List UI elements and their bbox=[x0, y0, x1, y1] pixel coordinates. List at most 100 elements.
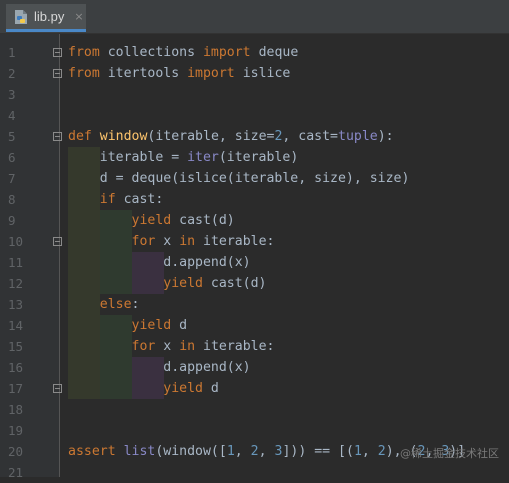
code-line[interactable]: 1 from collections import deque bbox=[0, 42, 509, 63]
code-token: yield bbox=[163, 276, 203, 291]
code-line[interactable]: 10 for x in iterable: bbox=[0, 231, 509, 252]
code-token: d = deque(islice(iterable, size), size) bbox=[68, 171, 410, 186]
code-line[interactable]: 16 d.append(x) bbox=[0, 357, 509, 378]
line-number: 9 bbox=[8, 213, 16, 228]
code-token: d bbox=[171, 318, 188, 333]
code-token: for bbox=[131, 339, 156, 354]
code-line[interactable]: 4 bbox=[0, 105, 509, 126]
code-token: tuple bbox=[338, 129, 378, 144]
code-line[interactable]: 15 for x in iterable: bbox=[0, 336, 509, 357]
code-token: import bbox=[187, 66, 235, 81]
code-text: for x in iterable: bbox=[68, 336, 275, 357]
code-token: (iterable) bbox=[218, 150, 299, 165]
fold-marker-icon[interactable] bbox=[53, 384, 62, 393]
code-token: cast(d) bbox=[171, 213, 235, 228]
line-number: 7 bbox=[8, 171, 16, 186]
code-token: in bbox=[179, 234, 196, 249]
code-line[interactable]: 9 yield cast(d) bbox=[0, 210, 509, 231]
code-line[interactable]: 7 d = deque(islice(iterable, size), size… bbox=[0, 168, 509, 189]
line-number: 13 bbox=[8, 297, 24, 312]
fold-marker-icon[interactable] bbox=[53, 237, 62, 246]
code-line[interactable]: 14 yield d bbox=[0, 315, 509, 336]
code-token: cast(d) bbox=[202, 276, 267, 291]
watermark-text: @稀土掘金技术社区 bbox=[400, 447, 499, 460]
code-line[interactable]: 2 from itertools import islice bbox=[0, 63, 509, 84]
code-line[interactable]: 6 iterable = iter(iterable) bbox=[0, 147, 509, 168]
code-token: in bbox=[179, 339, 196, 354]
code-token: for bbox=[131, 234, 156, 249]
code-line[interactable]: 12 yield cast(d) bbox=[0, 273, 509, 294]
code-line[interactable]: 19 bbox=[0, 420, 509, 441]
code-line[interactable]: 21 bbox=[0, 462, 509, 483]
code-token: islice bbox=[234, 66, 291, 81]
line-number: 6 bbox=[8, 150, 16, 165]
code-line[interactable]: 17 yield d bbox=[0, 378, 509, 399]
line-number: 8 bbox=[8, 192, 16, 207]
line-number: 1 bbox=[8, 45, 16, 60]
code-text: d.append(x) bbox=[68, 252, 250, 273]
code-text: d.append(x) bbox=[68, 357, 251, 378]
line-number: 15 bbox=[8, 339, 24, 354]
code-line[interactable]: 18 bbox=[0, 399, 509, 420]
line-number: 11 bbox=[8, 255, 24, 270]
tab-lib-py[interactable]: lib.py × bbox=[6, 4, 86, 32]
code-token: from bbox=[68, 45, 100, 60]
code-token: (iterable, size= bbox=[147, 129, 275, 144]
code-line[interactable]: 13 else: bbox=[0, 294, 509, 315]
code-line[interactable]: 11 d.append(x) bbox=[0, 252, 509, 273]
code-token: , bbox=[258, 444, 275, 459]
code-token: assert bbox=[68, 444, 116, 459]
tab-label: lib.py bbox=[34, 9, 65, 24]
code-token: if bbox=[99, 192, 116, 207]
line-number: 19 bbox=[8, 423, 24, 438]
line-number: 2 bbox=[8, 66, 16, 81]
code-token: else bbox=[99, 297, 132, 312]
code-token: , bbox=[234, 444, 251, 459]
code-text: def window(iterable, size=2, cast=tuple)… bbox=[68, 126, 394, 147]
line-number: 17 bbox=[8, 381, 24, 396]
close-icon[interactable]: × bbox=[74, 10, 83, 23]
code-token: 2 bbox=[250, 444, 259, 459]
code-token: iter bbox=[187, 150, 219, 165]
code-token: ): bbox=[377, 129, 394, 144]
code-token: iterable: bbox=[195, 234, 275, 249]
code-token: , bbox=[361, 444, 378, 459]
code-token: d.append(x) bbox=[68, 360, 251, 375]
code-text: from collections import deque bbox=[68, 42, 298, 63]
code-text: yield cast(d) bbox=[68, 273, 267, 294]
line-number: 12 bbox=[8, 276, 24, 291]
code-token: iterable = bbox=[68, 150, 188, 165]
code-line[interactable]: 5 def window(iterable, size=2, cast=tuple… bbox=[0, 126, 509, 147]
line-number: 10 bbox=[8, 234, 24, 249]
code-token: window bbox=[99, 129, 148, 144]
code-text: yield d bbox=[68, 315, 188, 336]
code-token: yield bbox=[131, 213, 172, 228]
fold-marker-icon[interactable] bbox=[53, 69, 62, 78]
code-token: (window([ bbox=[155, 444, 227, 459]
code-token: yield bbox=[163, 381, 203, 396]
editor-tab-bar: lib.py × bbox=[0, 0, 509, 34]
line-number: 4 bbox=[8, 108, 16, 123]
fold-marker-icon[interactable] bbox=[53, 48, 62, 57]
code-token: def bbox=[68, 129, 92, 144]
code-token: d bbox=[202, 381, 219, 396]
code-token: deque bbox=[250, 45, 299, 60]
code-text: if cast: bbox=[68, 189, 164, 210]
python-file-icon bbox=[15, 9, 27, 24]
line-number: 5 bbox=[8, 129, 16, 144]
code-token: : bbox=[131, 297, 140, 312]
code-text: else: bbox=[68, 294, 140, 315]
line-number: 14 bbox=[8, 318, 24, 333]
code-token: yield bbox=[131, 318, 172, 333]
code-line[interactable]: 3 bbox=[0, 84, 509, 105]
code-token: iterable: bbox=[195, 339, 275, 354]
code-line[interactable]: 8 if cast: bbox=[0, 189, 509, 210]
line-number: 3 bbox=[8, 87, 16, 102]
fold-marker-icon[interactable] bbox=[53, 132, 62, 141]
